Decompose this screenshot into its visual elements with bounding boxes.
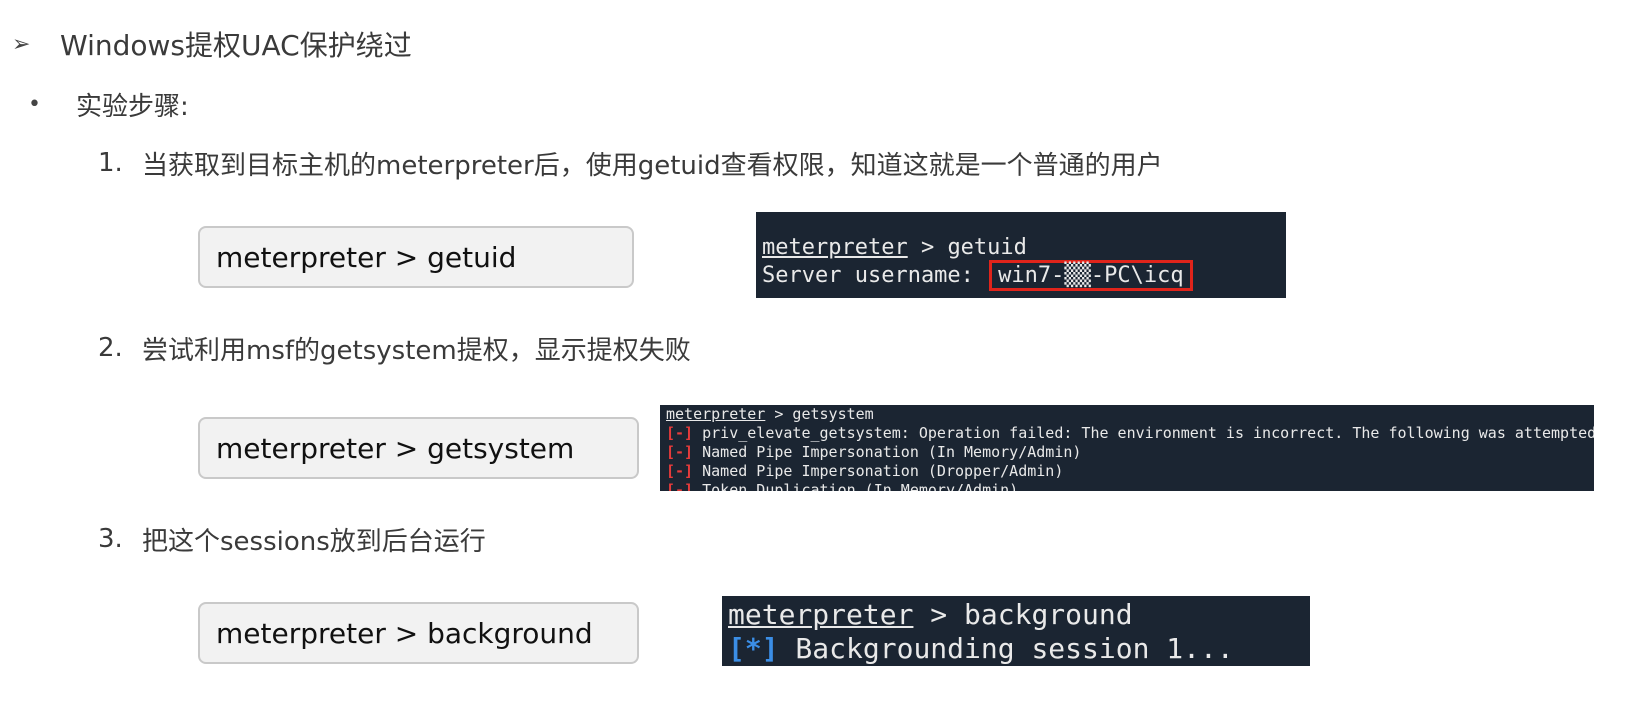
terminal-line: Named Pipe Impersonation (In Memory/Admi… — [693, 443, 1082, 461]
step-text: 把这个sessions放到后台运行 — [142, 526, 486, 557]
command-text: meterpreter > getuid — [216, 240, 517, 274]
step-number: 3. — [98, 524, 123, 554]
command-text: meterpreter > getsystem — [216, 431, 575, 465]
terminal-line: Token Duplication (In Memory/Admin) — [693, 481, 1019, 491]
command-box-getuid: meterpreter > getuid — [198, 226, 634, 288]
step-number: 2. — [98, 333, 123, 363]
arrow-bullet-icon: ➢ — [12, 31, 31, 57]
terminal-line: priv_elevate_getsystem: Operation failed… — [693, 424, 1594, 442]
step-2: 2. 尝试利用msf的getsystem提权，显示提权失败 — [98, 328, 691, 368]
terminal-screenshot-background: meterpreter > background [*] Backgroundi… — [722, 596, 1310, 666]
username-highlight: win7-▒▒-PC\icq — [989, 260, 1193, 291]
heading-title: Windows提权UAC保护绕过 — [60, 29, 412, 62]
terminal-message: Backgrounding session 1... — [778, 632, 1234, 665]
error-marker: [-] — [666, 424, 694, 442]
dot-bullet-icon: • — [28, 91, 41, 117]
step-3: 3. 把这个sessions放到后台运行 — [98, 519, 486, 559]
command-text: meterpreter > background — [216, 616, 593, 650]
subheading: • 实验步骤: — [28, 84, 189, 124]
error-marker: [-] — [666, 443, 694, 461]
step-text: 当获取到目标主机的meterpreter后，使用getuid查看权限，知道这就是… — [142, 150, 1163, 181]
step-1: 1. 当获取到目标主机的meterpreter后，使用getuid查看权限，知道… — [98, 143, 1163, 183]
step-number: 1. — [98, 148, 123, 178]
command-box-getsystem: meterpreter > getsystem — [198, 417, 639, 479]
command-box-background: meterpreter > background — [198, 602, 639, 664]
section-heading: ➢ Windows提权UAC保护绕过 — [12, 24, 412, 64]
terminal-command: > background — [913, 598, 1133, 631]
info-marker: [*] — [728, 632, 779, 665]
terminal-prompt: meterpreter — [762, 235, 908, 260]
error-marker: [-] — [666, 462, 694, 480]
terminal-label: Server username: — [762, 263, 988, 288]
terminal-command: > getuid — [907, 235, 1027, 260]
terminal-prompt: meterpreter — [666, 405, 766, 423]
subheading-text: 实验步骤: — [76, 91, 189, 122]
error-marker: [-] — [666, 481, 694, 491]
terminal-screenshot-getuid: meterpreter > getuid Server username: wi… — [756, 212, 1286, 298]
step-text: 尝试利用msf的getsystem提权，显示提权失败 — [142, 335, 691, 366]
terminal-command: > getsystem — [765, 405, 874, 423]
terminal-line: Named Pipe Impersonation (Dropper/Admin) — [693, 462, 1064, 480]
terminal-prompt: meterpreter — [728, 598, 914, 631]
terminal-screenshot-getsystem: meterpreter > getsystem [-] priv_elevate… — [660, 405, 1594, 491]
